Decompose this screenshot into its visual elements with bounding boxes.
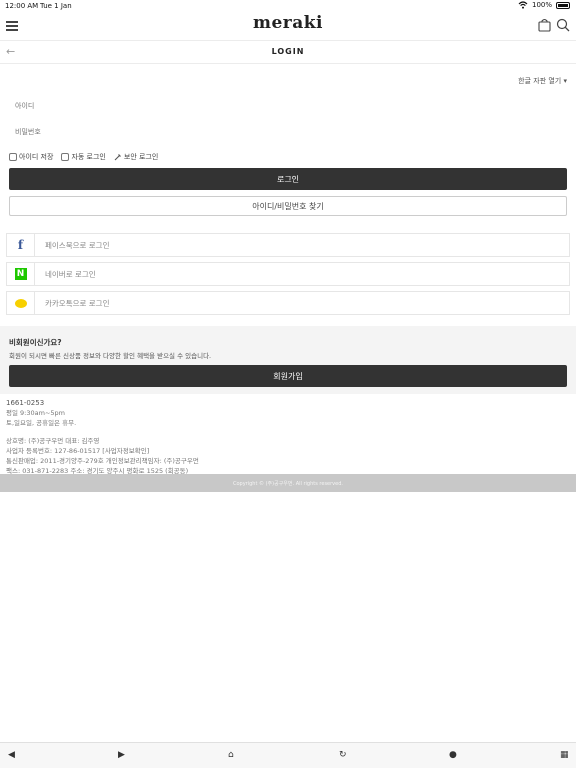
chat-icon[interactable]: ● — [449, 750, 457, 760]
facebook-login-button[interactable]: f 페이스북으로 로그인 — [6, 233, 570, 257]
naver-icon: N — [7, 263, 35, 285]
search-icon[interactable] — [556, 18, 570, 32]
site-logo[interactable]: meraki — [0, 13, 576, 33]
save-id-option[interactable]: 아이디 저장 — [9, 152, 53, 162]
header-icons — [538, 18, 570, 32]
site-header: meraki — [0, 12, 576, 40]
kakao-icon — [7, 292, 35, 314]
shopping-bag-icon[interactable] — [538, 18, 551, 32]
wifi-icon — [518, 1, 528, 9]
auto-login-label: 자동 로그인 — [71, 153, 106, 161]
auto-login-checkbox[interactable] — [61, 153, 70, 161]
status-date: Tue 1 Jan — [40, 2, 72, 10]
lock-icon — [114, 154, 121, 161]
footer-commerce: 통신판매업: 2011-경기양주-279호 개인정보관리책임자: (주)공구우먼 — [6, 457, 199, 465]
home-icon[interactable]: ⌂ — [228, 750, 234, 760]
footer-company: 상호명: (주)공구우먼 대표: 김주영 — [6, 437, 100, 445]
facebook-icon: f — [7, 234, 35, 256]
back-triangle-icon[interactable]: ◀ — [8, 750, 15, 760]
keyboard-toggle[interactable]: 한글 자판 열기 ▾ — [518, 76, 567, 86]
refresh-icon[interactable]: ↻ — [339, 750, 347, 760]
guest-description: 회원이 되시면 빠른 신상품 정보와 다양한 할인 혜택을 받으실 수 있습니다… — [9, 352, 212, 360]
save-id-label: 아이디 저장 — [19, 153, 54, 161]
facebook-login-label: 페이스북으로 로그인 — [45, 240, 110, 250]
naver-login-button[interactable]: N 네이버로 로그인 — [6, 262, 570, 286]
battery-percent: 100% — [531, 1, 552, 9]
status-time: 12:00 AM — [5, 2, 39, 10]
guest-question: 비회원이신가요? — [9, 338, 62, 347]
save-id-checkbox[interactable] — [9, 153, 17, 161]
footer-holiday: 토,일요일, 공휴일은 휴무. — [6, 419, 77, 427]
id-input[interactable] — [9, 95, 567, 117]
kakao-login-button[interactable]: 카카오톡으로 로그인 — [6, 291, 570, 315]
secure-login-label: 보안 로그인 — [123, 153, 159, 161]
grid-menu-icon[interactable]: ▦ — [560, 750, 569, 760]
join-button[interactable]: 회원가입 — [9, 365, 567, 387]
forward-triangle-icon[interactable]: ▶ — [118, 750, 125, 760]
kakao-login-label: 카카오톡으로 로그인 — [45, 298, 110, 308]
status-right: 100% — [518, 1, 570, 9]
naver-login-label: 네이버로 로그인 — [45, 269, 96, 279]
status-bar: 12:00 AM Tue 1 Jan 100% — [0, 0, 576, 12]
footer-hours: 평일 9:30am~5pm — [6, 409, 65, 417]
page-header: ← LOGIN — [0, 40, 576, 64]
footer-info: 1661-0253 평일 9:30am~5pm 토,일요일, 공휴일은 휴무. … — [6, 398, 199, 476]
copyright-bar: Copyright © (주)공구우먼. All rights reserved… — [0, 474, 576, 492]
password-input[interactable] — [9, 121, 567, 143]
login-options: 아이디 저장 자동 로그인 보안 로그인 — [9, 152, 158, 162]
secure-login-option[interactable]: 보안 로그인 — [114, 152, 158, 162]
footer-business: 사업자 등록번호: 127-86-01517 [사업자정보확인] — [6, 447, 150, 455]
battery-icon — [556, 1, 570, 9]
find-account-button[interactable]: 아이디/비밀번호 찾기 — [9, 196, 567, 216]
auto-login-option[interactable]: 자동 로그인 — [61, 152, 106, 162]
login-button[interactable]: 로그인 — [9, 168, 567, 190]
footer-phone: 1661-0253 — [6, 399, 45, 407]
browser-toolbar: ◀ ▶ ⌂ ↻ ● ▦ — [0, 742, 576, 768]
page-title: LOGIN — [271, 47, 305, 56]
